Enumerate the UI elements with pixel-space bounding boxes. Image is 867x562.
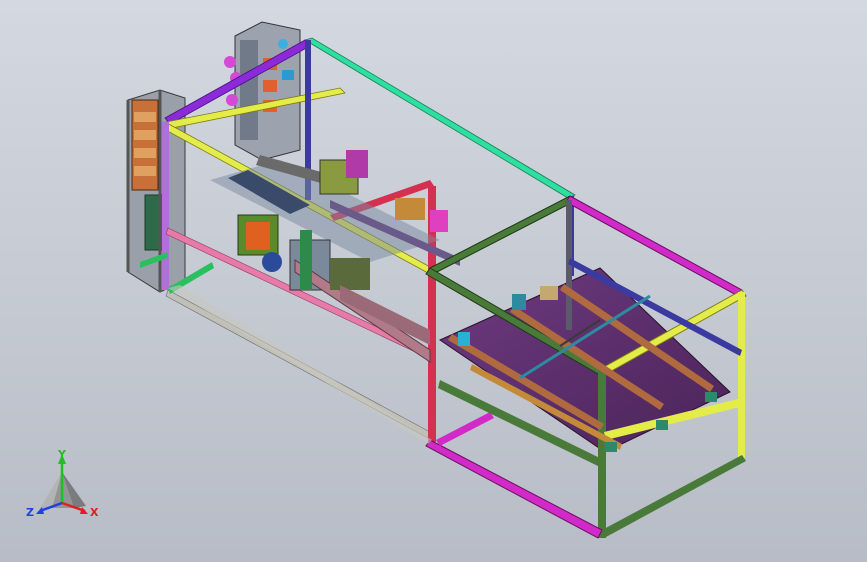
- axis-triad: Y X Z: [26, 448, 99, 519]
- rear-tower: [224, 21, 301, 161]
- base-rail: [168, 285, 432, 444]
- cad-viewport[interactable]: Y X Z: [0, 0, 867, 562]
- right-frame: [425, 195, 747, 539]
- machine-assembly-model[interactable]: [0, 0, 867, 562]
- x-axis-label: X: [90, 506, 99, 519]
- y-axis-label: Y: [57, 448, 67, 461]
- z-axis-label: Z: [26, 506, 34, 519]
